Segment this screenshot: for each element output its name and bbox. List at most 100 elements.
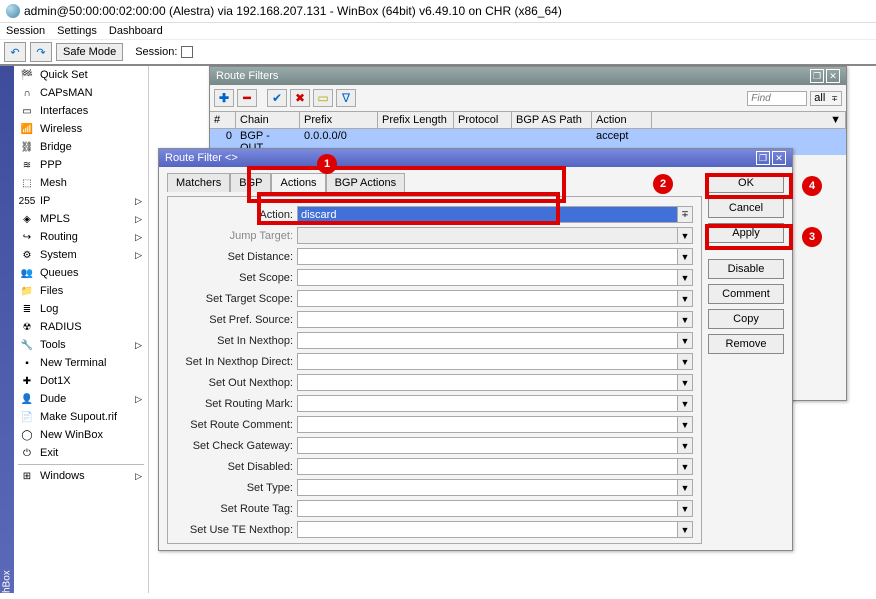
sidebar-icon: ✚ bbox=[20, 374, 34, 388]
expand-arrow-icon[interactable]: ▼ bbox=[678, 500, 693, 517]
tab-bgp-actions[interactable]: BGP Actions bbox=[326, 173, 406, 192]
close-icon[interactable]: ✕ bbox=[826, 69, 840, 83]
expand-arrow-icon[interactable]: ▼ bbox=[678, 437, 693, 454]
restore-icon[interactable]: ❐ bbox=[756, 151, 770, 165]
action-select[interactable]: discard bbox=[297, 206, 678, 223]
sidebar-item-make-supout.rif[interactable]: 📄Make Supout.rif bbox=[14, 408, 148, 426]
rtag-input[interactable] bbox=[297, 500, 678, 517]
expand-arrow-icon[interactable]: ▼ bbox=[678, 332, 693, 349]
expand-arrow-icon[interactable]: ▼ bbox=[678, 416, 693, 433]
tscope-input[interactable] bbox=[297, 290, 678, 307]
menu-session[interactable]: Session bbox=[6, 25, 45, 37]
expand-arrow-icon[interactable]: ▼ bbox=[678, 374, 693, 391]
filter-button[interactable]: ∇ bbox=[336, 89, 356, 107]
prefsrc-input[interactable] bbox=[297, 311, 678, 328]
expand-arrow-icon[interactable]: ▼ bbox=[678, 269, 693, 286]
menu-settings[interactable]: Settings bbox=[57, 25, 97, 37]
sidebar-item-ppp[interactable]: ≋PPP bbox=[14, 156, 148, 174]
undo-button[interactable]: ↶ bbox=[4, 42, 26, 62]
sidebar-item-routing[interactable]: ↪Routing▷ bbox=[14, 228, 148, 246]
add-button[interactable]: ✚ bbox=[214, 89, 234, 107]
col-plen[interactable]: Prefix Length bbox=[378, 112, 454, 128]
sidebar-item-system[interactable]: ⚙System▷ bbox=[14, 246, 148, 264]
innh-input[interactable] bbox=[297, 332, 678, 349]
sidebar-item-new-winbox[interactable]: ◯New WinBox bbox=[14, 426, 148, 444]
sidebar-item-new-terminal[interactable]: ▪New Terminal bbox=[14, 354, 148, 372]
col-chain[interactable]: Chain bbox=[236, 112, 300, 128]
sidebar-item-radius[interactable]: ☢RADIUS bbox=[14, 318, 148, 336]
sidebar-item-ip[interactable]: 255IP▷ bbox=[14, 192, 148, 210]
comment-button[interactable]: Comment bbox=[708, 284, 784, 304]
sidebar-item-tools[interactable]: 🔧Tools▷ bbox=[14, 336, 148, 354]
session-label: Session: bbox=[135, 46, 177, 58]
sidebar-item-interfaces[interactable]: ▭Interfaces bbox=[14, 102, 148, 120]
sidebar-item-dude[interactable]: 👤Dude▷ bbox=[14, 390, 148, 408]
expand-arrow-icon[interactable]: ▼ bbox=[678, 395, 693, 412]
expand-arrow-icon[interactable]: ▼ bbox=[678, 479, 693, 496]
sidebar-item-quick-set[interactable]: 🏁Quick Set bbox=[14, 66, 148, 84]
sidebar-item-queues[interactable]: 👥Queues bbox=[14, 264, 148, 282]
route-filter-titlebar[interactable]: Route Filter <> ❐ ✕ bbox=[159, 149, 792, 167]
sidebar-item-mpls[interactable]: ◈MPLS▷ bbox=[14, 210, 148, 228]
sidebar-item-exit[interactable]: ⏻Exit bbox=[14, 444, 148, 462]
remove-button[interactable]: ━ bbox=[237, 89, 257, 107]
col-num[interactable]: # bbox=[210, 112, 236, 128]
expand-arrow-icon[interactable]: ▼ bbox=[678, 248, 693, 265]
sidebar-item-capsman[interactable]: ∩CAPsMAN bbox=[14, 84, 148, 102]
checkgw-input[interactable] bbox=[297, 437, 678, 454]
dropdown-arrow-icon[interactable]: ∓ bbox=[678, 206, 693, 223]
sidebar-item-windows[interactable]: ⊞Windows▷ bbox=[14, 467, 148, 485]
find-input[interactable] bbox=[747, 91, 807, 106]
sidebar-item-bridge[interactable]: ⛓Bridge bbox=[14, 138, 148, 156]
close-icon[interactable]: ✕ bbox=[772, 151, 786, 165]
disabled-input[interactable] bbox=[297, 458, 678, 475]
form-row-usenh: Set Use TE Nexthop:▼ bbox=[176, 520, 693, 539]
sidebar-item-wireless[interactable]: 📶Wireless bbox=[14, 120, 148, 138]
apply-button[interactable]: Apply bbox=[708, 223, 784, 243]
copy-button[interactable]: Copy bbox=[708, 309, 784, 329]
sidebar-item-label: Dude bbox=[40, 393, 66, 405]
expand-arrow-icon[interactable]: ▼ bbox=[678, 521, 693, 538]
col-proto[interactable]: Protocol bbox=[454, 112, 512, 128]
ok-button[interactable]: OK bbox=[708, 173, 784, 193]
cancel-button[interactable]: Cancel bbox=[708, 198, 784, 218]
enable-button[interactable]: ✔ bbox=[267, 89, 287, 107]
innhd-input[interactable] bbox=[297, 353, 678, 370]
sidebar-item-log[interactable]: ≣Log bbox=[14, 300, 148, 318]
sidebar-item-dot1x[interactable]: ✚Dot1X bbox=[14, 372, 148, 390]
col-prefix[interactable]: Prefix bbox=[300, 112, 378, 128]
tab-matchers[interactable]: Matchers bbox=[167, 173, 230, 192]
expand-arrow-icon[interactable]: ▼ bbox=[678, 227, 693, 244]
rmark-input[interactable] bbox=[297, 395, 678, 412]
filter-type-select[interactable]: all∓ bbox=[810, 91, 842, 106]
sidebar-item-mesh[interactable]: ⬚Mesh bbox=[14, 174, 148, 192]
remove-button[interactable]: Remove bbox=[708, 334, 784, 354]
scope-input[interactable] bbox=[297, 269, 678, 286]
expand-arrow-icon[interactable]: ▼ bbox=[678, 311, 693, 328]
disable-button[interactable]: Disable bbox=[708, 259, 784, 279]
expand-arrow-icon[interactable]: ▼ bbox=[678, 458, 693, 475]
tab-actions[interactable]: Actions bbox=[271, 173, 325, 193]
route-filters-titlebar[interactable]: Route Filters ❐ ✕ bbox=[210, 67, 846, 85]
rcomment-input[interactable] bbox=[297, 416, 678, 433]
type-input[interactable] bbox=[297, 479, 678, 496]
col-aspath[interactable]: BGP AS Path bbox=[512, 112, 592, 128]
usenh-input[interactable] bbox=[297, 521, 678, 538]
form-row-scope: Set Scope:▼ bbox=[176, 268, 693, 287]
col-action[interactable]: Action bbox=[592, 112, 652, 128]
expand-arrow-icon[interactable]: ▼ bbox=[678, 290, 693, 307]
tab-bgp[interactable]: BGP bbox=[230, 173, 271, 192]
sidebar-icon: 👥 bbox=[20, 266, 34, 280]
safe-mode-button[interactable]: Safe Mode bbox=[56, 43, 123, 61]
disable-button[interactable]: ✖ bbox=[290, 89, 310, 107]
outnh-input[interactable] bbox=[297, 374, 678, 391]
distance-input[interactable] bbox=[297, 248, 678, 265]
redo-button[interactable]: ↷ bbox=[30, 42, 52, 62]
expand-arrow-icon[interactable]: ▼ bbox=[678, 353, 693, 370]
menu-dashboard[interactable]: Dashboard bbox=[109, 25, 163, 37]
session-checkbox[interactable] bbox=[181, 46, 193, 58]
sidebar-item-files[interactable]: 📁Files bbox=[14, 282, 148, 300]
restore-icon[interactable]: ❐ bbox=[810, 69, 824, 83]
col-more[interactable]: ▼ bbox=[652, 112, 846, 128]
comment-button[interactable]: ▭ bbox=[313, 89, 333, 107]
